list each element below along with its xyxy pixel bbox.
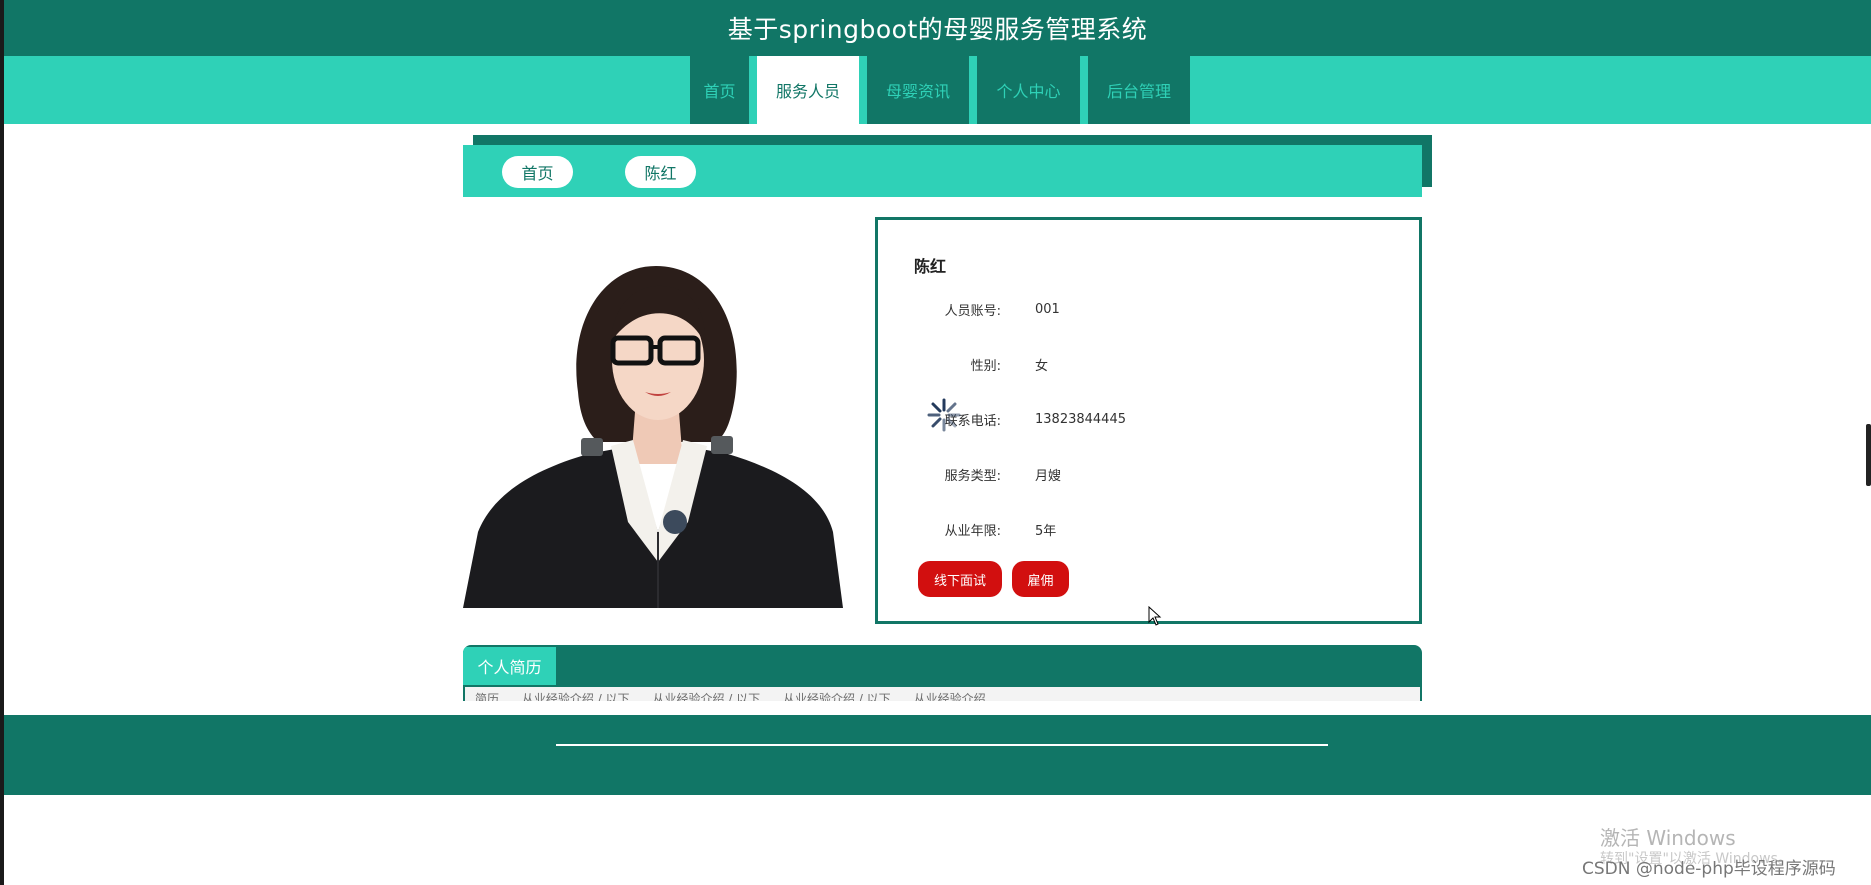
field-row-account: 人员账号: 001 — [878, 299, 1060, 319]
field-row-service-type: 服务类型: 月嫂 — [878, 464, 1061, 484]
mouse-cursor-icon — [1148, 606, 1162, 626]
breadcrumb-home[interactable]: 首页 — [502, 156, 573, 188]
site-header: 基于springboot的母婴服务管理系统 — [4, 0, 1871, 56]
field-row-gender: 性别: 女 — [878, 354, 1048, 374]
field-value: 女 — [1035, 358, 1049, 374]
field-value: 13823844445 — [1035, 411, 1126, 427]
scrollbar-thumb[interactable] — [1866, 424, 1871, 486]
staff-name: 陈红 — [914, 257, 947, 276]
field-value: 001 — [1035, 301, 1060, 317]
nav-item-service-staff[interactable]: 服务人员 — [757, 56, 859, 124]
nav-item-label: 服务人员 — [775, 82, 840, 101]
resume-panel: 个人简历 简历......从业经验介绍 / 以下......从业经验介绍 / 以… — [463, 645, 1422, 701]
resume-content: 简历......从业经验介绍 / 以下......从业经验介绍 / 以下....… — [465, 687, 1420, 701]
main-navbar: 首页 服务人员 母婴资讯 个人中心 后台管理 — [4, 56, 1871, 124]
nav-item-news[interactable]: 母婴资讯 — [867, 56, 969, 124]
site-title: 基于springboot的母婴服务管理系统 — [727, 15, 1148, 44]
spinner-icon — [927, 398, 961, 432]
field-label: 服务类型: — [944, 468, 1001, 484]
csdn-credit: CSDN @node-php毕设程序源码 — [1582, 859, 1836, 879]
nav-item-label: 母婴资讯 — [885, 82, 950, 101]
field-row-experience: 从业年限: 5年 — [878, 519, 1057, 539]
nav-item-admin[interactable]: 后台管理 — [1088, 56, 1190, 124]
field-label: 从业年限: — [944, 523, 1001, 539]
nav-menu: 首页 服务人员 母婴资讯 个人中心 后台管理 — [690, 56, 1198, 124]
breadcrumb: 首页 陈红 — [463, 145, 1422, 197]
profile-card: 陈红 人员账号: 001 性别: 女 联系电话: 13823844445 服务类… — [875, 217, 1422, 624]
field-label: 人员账号: — [944, 303, 1001, 319]
field-label: 性别: — [970, 358, 1001, 374]
hire-button[interactable]: 雇佣 — [1012, 561, 1069, 597]
offline-interview-button[interactable]: 线下面试 — [918, 561, 1002, 597]
nav-item-label: 个人中心 — [996, 82, 1061, 101]
resume-snippet: 简历......从业经验介绍 / 以下......从业经验介绍 / 以下....… — [475, 692, 986, 701]
nav-item-personal-center[interactable]: 个人中心 — [977, 56, 1080, 124]
site-footer — [4, 715, 1871, 795]
staff-photo — [463, 232, 843, 608]
field-value: 5年 — [1035, 523, 1057, 539]
nav-item-label: 后台管理 — [1106, 82, 1171, 101]
nav-item-home[interactable]: 首页 — [690, 56, 749, 124]
activation-watermark: 激活 Windows — [1600, 826, 1736, 850]
staff-portrait-image — [463, 232, 843, 608]
field-row-phone: 联系电话: 13823844445 — [878, 409, 1126, 429]
breadcrumb-current[interactable]: 陈红 — [625, 156, 696, 188]
tab-resume[interactable]: 个人简历 — [463, 647, 556, 685]
footer-divider — [556, 744, 1328, 746]
nav-item-label: 首页 — [703, 82, 736, 101]
field-value: 月嫂 — [1035, 468, 1062, 484]
